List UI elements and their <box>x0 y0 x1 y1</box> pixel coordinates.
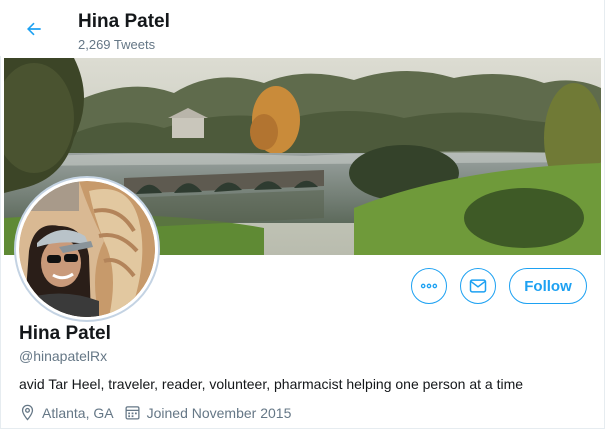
back-button[interactable] <box>18 13 50 45</box>
message-button[interactable] <box>460 268 496 304</box>
avatar[interactable] <box>14 176 160 322</box>
calendar-icon <box>125 406 140 420</box>
join-date: Joined November 2015 <box>124 404 292 421</box>
profile-bio: avid Tar Heel, traveler, reader, volunte… <box>19 376 524 392</box>
joined-text: Joined November 2015 <box>146 404 292 421</box>
more-button[interactable] <box>411 268 447 304</box>
header-name: Hina Patel <box>78 11 170 32</box>
location: Atlanta, GA <box>19 404 114 421</box>
location-text: Atlanta, GA <box>42 404 114 421</box>
tweet-count: 2,269 Tweets <box>78 37 156 52</box>
profile-header: Hina Patel 2,269 Tweets <box>0 0 603 56</box>
arrow-left-icon <box>27 22 41 36</box>
profile-meta: Atlanta, GA Joined November 2015 <box>19 404 301 421</box>
profile-handle: @hinapatelRx <box>19 348 108 364</box>
more-icon <box>420 283 438 289</box>
profile-name: Hina Patel <box>19 323 111 344</box>
follow-button[interactable]: Follow <box>509 268 587 304</box>
envelope-icon <box>469 279 487 293</box>
location-pin-icon <box>21 404 34 421</box>
